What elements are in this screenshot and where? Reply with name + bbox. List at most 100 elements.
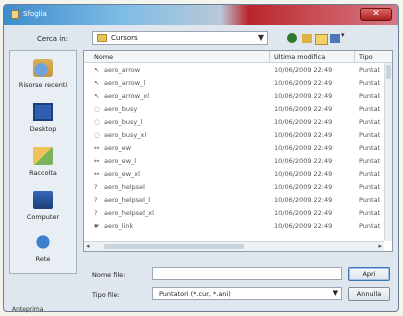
column-header-type[interactable]: Tipo <box>359 53 373 61</box>
file-date: 10/06/2009 22:49 <box>274 209 333 217</box>
preview-label: Anteprima <box>12 306 44 313</box>
title-bar: Sfoglia ✕ <box>4 5 398 25</box>
file-type: Puntat <box>359 157 381 165</box>
chevron-down-icon[interactable]: ▼ <box>258 33 264 42</box>
file-name: aero_ew_xl <box>104 170 140 178</box>
file-name: aero_busy <box>104 105 138 113</box>
file-row[interactable]: ↖ aero_arrow_l 10/06/2009 22:49 Puntat <box>84 77 384 89</box>
help-cursor-icon: ? <box>94 196 98 204</box>
vertical-scrollbar[interactable] <box>384 63 392 241</box>
help-cursor-icon: ? <box>94 209 98 217</box>
place-desktop[interactable]: Desktop <box>10 101 76 141</box>
folder-icon <box>11 10 19 19</box>
file-type-select[interactable]: Puntatori (*.cur, *.ani) ▼ <box>152 287 342 300</box>
look-in-dropdown[interactable]: Cursors ▼ <box>92 31 268 45</box>
busy-cursor-icon: ◌ <box>94 105 100 113</box>
place-label: Risorse recenti <box>18 81 68 89</box>
documents-icon <box>33 147 53 165</box>
open-button[interactable]: Apri <box>348 267 390 281</box>
busy-cursor-icon: ◌ <box>94 118 100 126</box>
file-type: Puntat <box>359 222 381 230</box>
file-date: 10/06/2009 22:49 <box>274 79 333 87</box>
scrollbar-thumb[interactable] <box>386 65 391 79</box>
file-date: 10/06/2009 22:49 <box>274 144 333 152</box>
place-network[interactable]: Rete <box>10 231 76 271</box>
file-row[interactable]: ◌ aero_busy_xl 10/06/2009 22:49 Puntat <box>84 129 384 141</box>
file-name-input[interactable] <box>152 267 342 280</box>
file-row[interactable]: ↔ aero_ew_xl 10/06/2009 22:49 Puntat <box>84 168 384 180</box>
file-type: Puntat <box>359 66 381 74</box>
file-type: Puntat <box>359 92 381 100</box>
place-label: Computer <box>26 213 60 221</box>
file-type: Puntat <box>359 118 381 126</box>
file-type: Puntat <box>359 170 381 178</box>
file-row[interactable]: ↔ aero_ew 10/06/2009 22:49 Puntat <box>84 142 384 154</box>
column-divider[interactable] <box>269 51 270 63</box>
network-icon <box>33 233 53 251</box>
file-date: 10/06/2009 22:49 <box>274 196 333 204</box>
file-name: aero_arrow_xl <box>104 92 150 100</box>
file-row[interactable]: ? aero_helpsel 10/06/2009 22:49 Puntat <box>84 181 384 193</box>
column-divider[interactable] <box>354 51 355 63</box>
busy-cursor-icon: ◌ <box>94 131 100 139</box>
file-type: Puntat <box>359 209 381 217</box>
chevron-down-icon[interactable]: ▼ <box>333 289 338 297</box>
file-type: Puntat <box>359 131 381 139</box>
scroll-right-icon[interactable]: ▸ <box>378 242 382 250</box>
place-recent[interactable]: Risorse recenti <box>10 57 76 97</box>
up-folder-icon[interactable] <box>301 32 313 44</box>
file-type-label: Tipo file: <box>92 291 120 299</box>
new-folder-icon[interactable] <box>315 32 328 45</box>
computer-icon <box>33 191 53 209</box>
file-type: Puntat <box>359 183 381 191</box>
file-name: aero_link <box>104 222 134 230</box>
column-header-date[interactable]: Ultima modifica <box>274 53 325 61</box>
open-file-dialog: Sfoglia ✕ Cerca in: Cursors ▼ Risorse re… <box>3 4 399 313</box>
file-row[interactable]: ? aero_helpsel_l 10/06/2009 22:49 Puntat <box>84 194 384 206</box>
recent-places-icon <box>33 59 53 77</box>
cursor-file-icon: ↖ <box>94 92 100 100</box>
column-header-name[interactable]: Nome <box>94 53 113 61</box>
place-label: Raccolta <box>29 169 57 177</box>
scroll-left-icon[interactable]: ◂ <box>86 242 90 250</box>
file-date: 10/06/2009 22:49 <box>274 92 333 100</box>
place-documents[interactable]: Raccolta <box>10 145 76 185</box>
file-type: Puntat <box>359 79 381 87</box>
look-in-value: Cursors <box>111 34 138 42</box>
file-row[interactable]: ◌ aero_busy_l 10/06/2009 22:49 Puntat <box>84 116 384 128</box>
horizontal-scrollbar[interactable]: ◂ ▸ <box>84 241 384 251</box>
close-button[interactable]: ✕ <box>360 8 392 21</box>
cursor-file-icon: ↖ <box>94 66 100 74</box>
file-row[interactable]: ↖ aero_arrow_xl 10/06/2009 22:49 Puntat <box>84 90 384 102</box>
cursor-file-icon: ↖ <box>94 79 100 87</box>
file-row[interactable]: ◌ aero_busy 10/06/2009 22:49 Puntat <box>84 103 384 115</box>
file-row[interactable]: ↔ aero_ew_l 10/06/2009 22:49 Puntat <box>84 155 384 167</box>
folder-icon <box>97 34 107 42</box>
back-icon[interactable] <box>286 32 298 44</box>
file-name-label: Nome file: <box>92 271 126 279</box>
file-name: aero_ew_l <box>104 157 137 165</box>
cancel-button[interactable]: Annulla <box>348 287 390 301</box>
view-menu-icon[interactable] <box>330 31 345 44</box>
file-date: 10/06/2009 22:49 <box>274 183 333 191</box>
resize-ew-icon: ↔ <box>94 144 100 152</box>
file-row[interactable]: ☛ aero_link 10/06/2009 22:49 Puntat <box>84 220 384 232</box>
file-name: aero_helpsel_xl <box>104 209 154 217</box>
file-row[interactable]: ↖ aero_arrow 10/06/2009 22:49 Puntat <box>84 64 384 76</box>
file-date: 10/06/2009 22:49 <box>274 131 333 139</box>
file-type: Puntat <box>359 196 381 204</box>
place-computer[interactable]: Computer <box>10 189 76 229</box>
places-bar: Risorse recenti Desktop Raccolta Compute… <box>9 50 77 274</box>
file-type: Puntat <box>359 105 381 113</box>
file-date: 10/06/2009 22:49 <box>274 66 333 74</box>
file-date: 10/06/2009 22:49 <box>274 118 333 126</box>
file-name: aero_busy_l <box>104 118 143 126</box>
scrollbar-thumb[interactable] <box>104 244 244 249</box>
resize-ew-icon: ↔ <box>94 157 100 165</box>
file-row[interactable]: ? aero_helpsel_xl 10/06/2009 22:49 Punta… <box>84 207 384 219</box>
file-name: aero_helpsel_l <box>104 196 151 204</box>
file-name: aero_busy_xl <box>104 131 147 139</box>
place-label: Rete <box>35 255 51 263</box>
file-date: 10/06/2009 22:49 <box>274 105 333 113</box>
place-label: Desktop <box>29 125 57 133</box>
